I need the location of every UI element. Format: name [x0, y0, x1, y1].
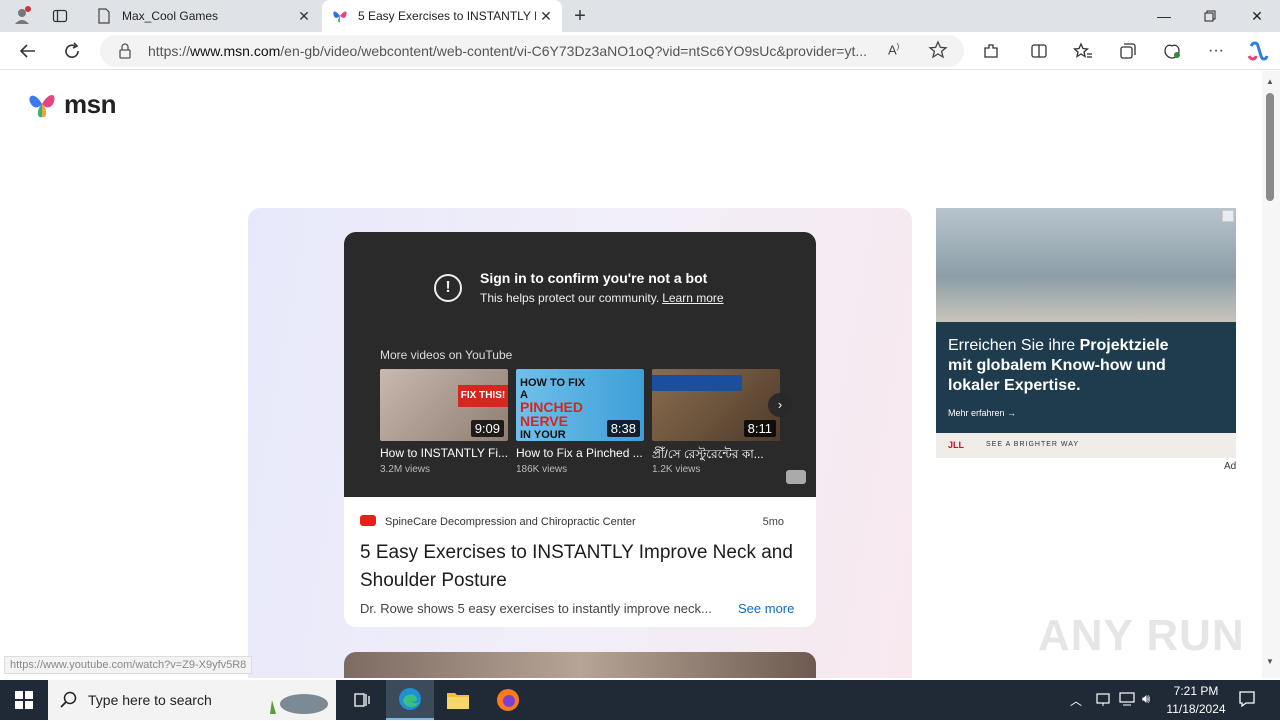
bot-check-title: Sign in to confirm you're not a bot	[480, 270, 708, 286]
read-aloud-icon[interactable]: A)	[888, 42, 899, 57]
thumbnail-graphic	[652, 375, 742, 391]
tab-msn-video[interactable]: 5 Easy Exercises to INSTANTLY Im ✕	[322, 0, 562, 32]
volume-icon[interactable]: 🔊︎	[1142, 691, 1150, 707]
ad-choices-icon[interactable]	[1222, 210, 1234, 222]
url-text[interactable]: https://www.msn.com/en-gb/video/webconte…	[148, 43, 878, 59]
task-view-icon[interactable]	[338, 680, 386, 720]
vertical-scrollbar[interactable]: ▲ ▼	[1262, 71, 1280, 678]
video-views: 186K views	[516, 464, 568, 475]
firefox-icon[interactable]	[484, 680, 532, 720]
video-thumbnail[interactable]: FIX THIS! 9:09	[380, 369, 508, 441]
thumbnail-graphic: HOW TO FIX APINCHED NERVEIN YOUR NECK	[520, 377, 586, 441]
see-more-link[interactable]: See more	[738, 601, 794, 616]
msn-wordmark: msn	[64, 89, 116, 119]
tab-label: 5 Easy Exercises to INSTANTLY Im	[358, 9, 536, 23]
bot-check-subtitle: This helps protect our community. Learn m…	[480, 291, 724, 305]
video-duration: 9:09	[470, 420, 504, 437]
edge-taskbar-icon[interactable]	[386, 680, 434, 720]
ad-link[interactable]: Mehr erfahren →	[948, 408, 1016, 418]
next-videos-chevron-icon[interactable]: ›	[768, 393, 792, 417]
video-views: 1.2K views	[652, 464, 701, 475]
video-card: ! Sign in to confirm you're not a bot Th…	[248, 208, 912, 678]
next-video-card[interactable]	[344, 652, 816, 678]
youtube-icon	[360, 515, 376, 526]
msn-butterfly-icon	[29, 94, 55, 117]
page-content: msn ! Sign in to confirm you're not a bo…	[0, 71, 1262, 678]
search-placeholder: Type here to search	[88, 692, 212, 708]
video-title[interactable]: How to Fix a Pinched ...	[516, 446, 644, 460]
settings-more-icon[interactable]: ···	[1201, 36, 1231, 66]
page-icon	[96, 8, 112, 24]
browser-essentials-icon[interactable]	[1157, 36, 1187, 66]
copilot-icon[interactable]	[1243, 36, 1273, 66]
refresh-icon[interactable]	[57, 36, 87, 66]
lock-icon[interactable]	[118, 43, 132, 64]
alert-icon: !	[434, 274, 462, 302]
scroll-thumb[interactable]	[1266, 93, 1274, 201]
video-player[interactable]: ! Sign in to confirm you're not a bot Th…	[344, 232, 816, 497]
windows-start-icon[interactable]	[0, 680, 48, 720]
display-icon[interactable]	[1119, 692, 1135, 711]
minimize-icon[interactable]: ―	[1141, 0, 1187, 32]
thumbnail-graphic: FIX THIS!	[458, 385, 508, 407]
msn-logo[interactable]: msn	[28, 89, 116, 120]
video-title[interactable]: How to INSTANTLY Fi...	[380, 446, 508, 460]
more-videos-heading: More videos on YouTube	[380, 348, 513, 362]
scroll-up-icon[interactable]: ▲	[1266, 77, 1274, 86]
ad-footer: JLL SEE A BRIGHTER WAY	[936, 433, 1236, 458]
video-views: 3.2M views	[380, 464, 431, 475]
video-duration: 8:38	[606, 420, 640, 437]
close-tab-icon[interactable]: ✕	[296, 8, 312, 24]
restore-icon[interactable]	[1187, 0, 1233, 32]
clock-time[interactable]: 7:21 PM	[1166, 684, 1226, 698]
new-tab-icon[interactable]: +	[570, 6, 590, 26]
navigation-bar: https://www.msn.com/en-gb/video/webconte…	[0, 32, 1280, 70]
channel-name[interactable]: SpineCare Decompression and Chiropractic…	[385, 516, 636, 528]
ad-brand-logo: JLL	[948, 440, 965, 450]
tray-chevron-icon[interactable]: ︿	[1070, 692, 1082, 709]
manatee-illustration-icon	[266, 686, 330, 716]
title-bar: Max_Cool Games ✕ 5 Easy Exercises to INS…	[0, 0, 1280, 32]
video-description: Dr. Rowe shows 5 easy exercises to insta…	[360, 601, 712, 616]
status-bar-url: https://www.youtube.com/watch?v=Z9-X9yfv…	[4, 656, 253, 674]
network-icon[interactable]	[1096, 692, 1110, 711]
collections-icon[interactable]	[1113, 36, 1143, 66]
ad-headline: Erreichen Sie ihre Projektziele mit glob…	[948, 337, 1169, 394]
address-bar[interactable]: https://www.msn.com/en-gb/video/webconte…	[100, 35, 964, 67]
advertisement[interactable]: Erreichen Sie ihre Projektziele mit glob…	[936, 208, 1236, 458]
search-icon	[60, 691, 78, 714]
video-headline: 5 Easy Exercises to INSTANTLY Improve Ne…	[360, 542, 793, 591]
learn-more-link[interactable]: Learn more	[662, 291, 723, 305]
scroll-down-icon[interactable]: ▼	[1266, 657, 1274, 666]
video-age: 5mo	[762, 516, 784, 528]
split-screen-icon[interactable]	[1024, 36, 1054, 66]
clock-date[interactable]: 11/18/2024	[1162, 702, 1230, 716]
youtube-logo-icon[interactable]	[786, 470, 806, 484]
close-window-icon[interactable]: ✕	[1234, 0, 1280, 32]
notification-icon[interactable]	[1238, 690, 1256, 713]
msn-butterfly-icon	[332, 8, 348, 24]
video-duration: 8:11	[743, 420, 776, 437]
tab-label: Max_Cool Games	[122, 9, 219, 23]
profile-icon[interactable]	[12, 6, 32, 26]
video-thumbnail[interactable]: HOW TO FIX APINCHED NERVEIN YOUR NECK 8:…	[516, 369, 644, 441]
back-icon[interactable]	[13, 36, 43, 66]
taskbar: Type here to search ︿ 🔊︎ 7:21 PM 11/18/2…	[0, 680, 1280, 720]
ad-image	[936, 208, 1236, 322]
ad-tagline: SEE A BRIGHTER WAY	[986, 441, 1080, 448]
ad-label: Ad	[1224, 461, 1237, 472]
file-explorer-icon[interactable]	[434, 680, 482, 720]
tab-max-cool-games[interactable]: Max_Cool Games ✕	[86, 0, 320, 32]
video-title[interactable]: প্রীঁ/সে রেস্টুরেন্টের কা...	[652, 446, 780, 466]
video-thumbnail[interactable]: 8:11	[652, 369, 780, 441]
video-info: SpineCare Decompression and Chiropractic…	[344, 497, 816, 627]
favorite-star-icon[interactable]	[928, 40, 948, 65]
watermark: ANY RUN	[1038, 611, 1245, 660]
taskbar-search[interactable]: Type here to search	[48, 680, 336, 720]
favorites-icon[interactable]	[1068, 36, 1098, 66]
tab-actions-icon[interactable]	[52, 8, 68, 24]
extensions-icon[interactable]	[976, 36, 1006, 66]
close-tab-icon[interactable]: ✕	[538, 8, 554, 24]
